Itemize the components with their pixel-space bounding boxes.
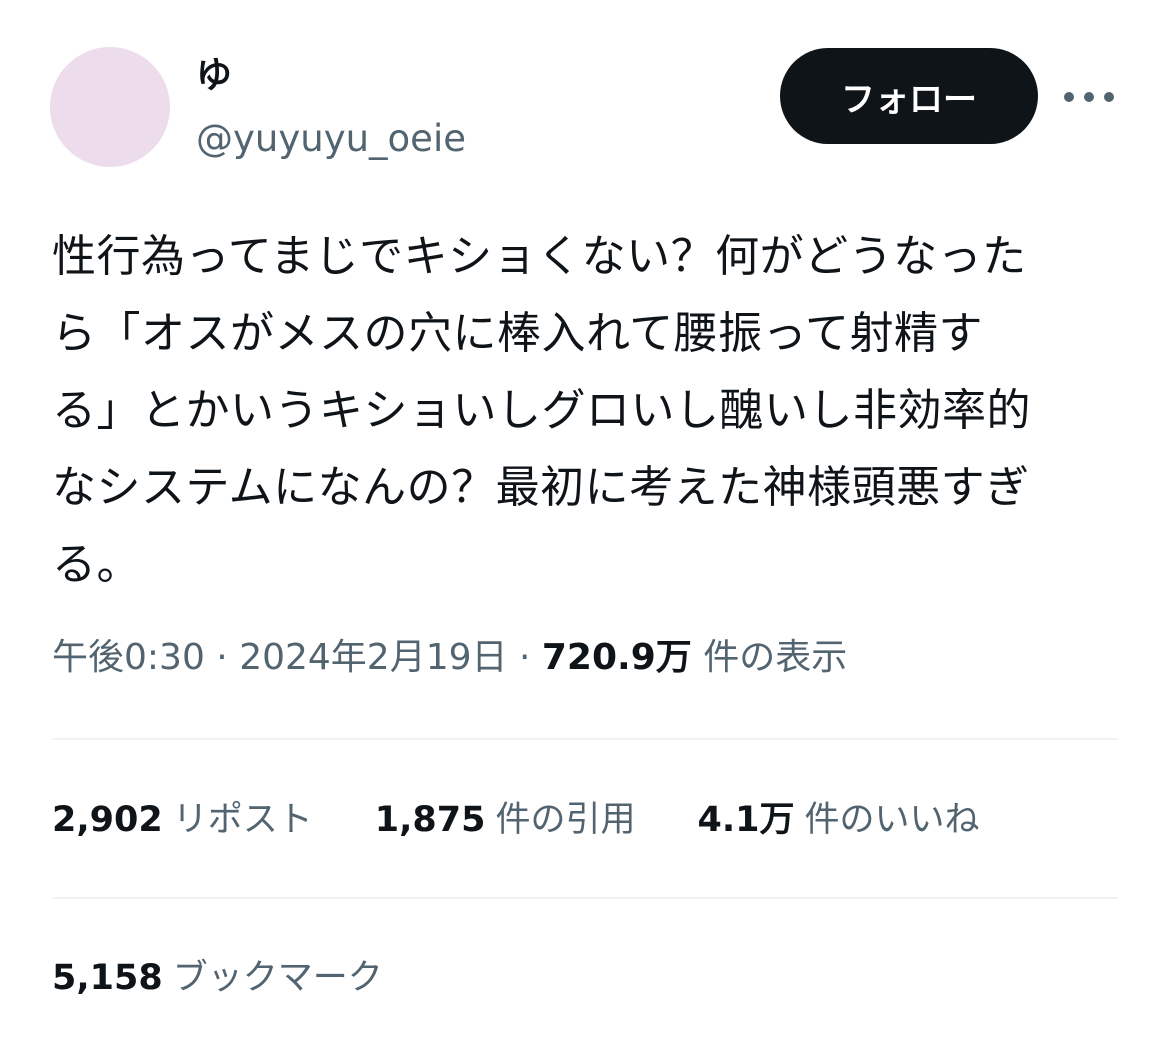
likes-stat[interactable]: 4.1万 件のいいね	[697, 792, 979, 848]
likes-count: 4.1万	[697, 800, 795, 840]
bookmarks-stat[interactable]: 5,158 ブックマーク	[52, 950, 383, 1006]
avatar[interactable]	[50, 47, 170, 167]
divider	[52, 897, 1118, 899]
meta-separator: ·	[204, 637, 240, 678]
bookmarks-count: 5,158	[52, 958, 163, 998]
quotes-count: 1,875	[374, 800, 486, 840]
reposts-stat[interactable]: 2,902 リポスト	[52, 792, 313, 848]
follow-button[interactable]: フォロー	[780, 48, 1038, 144]
tweet-date[interactable]: 2024年2月19日	[239, 637, 507, 678]
views-count: 720.9万	[541, 637, 692, 678]
tweet-time[interactable]: 午後0:30	[52, 637, 205, 678]
likes-label: 件のいいね	[804, 800, 980, 840]
reposts-label: リポスト	[172, 800, 313, 840]
more-dot	[1064, 92, 1074, 102]
divider	[52, 738, 1118, 740]
reposts-count: 2,902	[52, 800, 163, 840]
more-horizontal-icon[interactable]	[1064, 80, 1114, 114]
tweet-text: 性行為ってまじでキショくない？何がどうなった ら「オスがメスの穴に棒入れて腰振っ…	[52, 231, 1031, 590]
quotes-stat[interactable]: 1,875 件の引用	[375, 792, 636, 848]
tweet-meta: 午後0:30 · 2024年2月19日 · 720.9万 件の表示	[52, 630, 847, 686]
more-dot	[1084, 92, 1094, 102]
engagement-stats: 2,902 リポスト 1,875 件の引用 4.1万 件のいいね	[52, 792, 1042, 848]
display-name[interactable]: ゆ	[196, 48, 232, 104]
meta-separator: ·	[507, 637, 542, 678]
more-dot	[1104, 92, 1114, 102]
bookmarks-label: ブックマーク	[172, 958, 383, 998]
quotes-label: 件の引用	[495, 800, 636, 840]
user-handle[interactable]: @yuyuyu_oeie	[196, 114, 466, 164]
views-label: 件の表示	[703, 637, 848, 678]
